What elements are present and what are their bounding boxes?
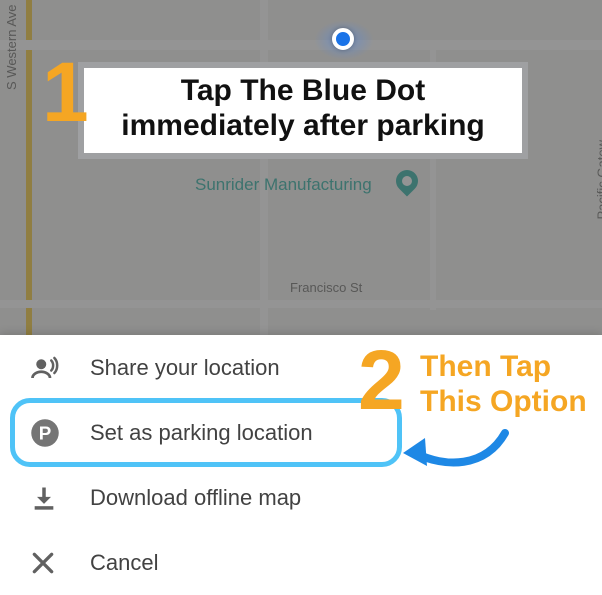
annotation-text: Tap The Blue Dot bbox=[96, 74, 510, 109]
map-street-label: S Western Ave bbox=[4, 4, 19, 90]
location-dot-icon bbox=[332, 28, 354, 50]
map-area[interactable]: S Western Ave Pacific Gatew Francisco St… bbox=[0, 0, 602, 335]
annotation-instruction-text: Then Tap This Option bbox=[420, 350, 600, 419]
annotation-instruction-box: Tap The Blue Dot immediately after parki… bbox=[78, 62, 528, 159]
menu-item-label: Share your location bbox=[90, 355, 280, 381]
annotation-step-number: 1 bbox=[42, 50, 89, 134]
menu-item-download-offline[interactable]: Download offline map bbox=[0, 465, 602, 530]
menu-item-cancel[interactable]: Cancel bbox=[0, 530, 602, 595]
map-road bbox=[0, 40, 602, 50]
svg-text:P: P bbox=[39, 422, 52, 443]
annotation-text: Then Tap bbox=[420, 350, 600, 385]
close-icon bbox=[30, 550, 90, 576]
current-location-dot[interactable] bbox=[332, 28, 354, 50]
parking-icon: P bbox=[30, 418, 90, 448]
map-road-major bbox=[26, 0, 32, 335]
map-street-label: Francisco St bbox=[290, 280, 362, 295]
map-poi-pin-icon bbox=[391, 165, 422, 196]
map-poi-label: Sunrider Manufacturing bbox=[195, 175, 372, 195]
menu-item-label: Download offline map bbox=[90, 485, 301, 511]
menu-item-label: Cancel bbox=[90, 550, 158, 576]
map-street-label: Pacific Gatew bbox=[594, 140, 602, 219]
annotation-text: immediately after parking bbox=[96, 109, 510, 144]
share-location-icon bbox=[30, 353, 90, 383]
menu-item-label: Set as parking location bbox=[90, 420, 313, 446]
download-icon bbox=[30, 484, 90, 512]
annotation-step-number: 2 bbox=[358, 338, 405, 422]
annotation-text: This Option bbox=[420, 385, 600, 420]
screenshot-stage: S Western Ave Pacific Gatew Francisco St… bbox=[0, 0, 602, 595]
map-road bbox=[0, 300, 602, 308]
map-road bbox=[260, 0, 268, 335]
